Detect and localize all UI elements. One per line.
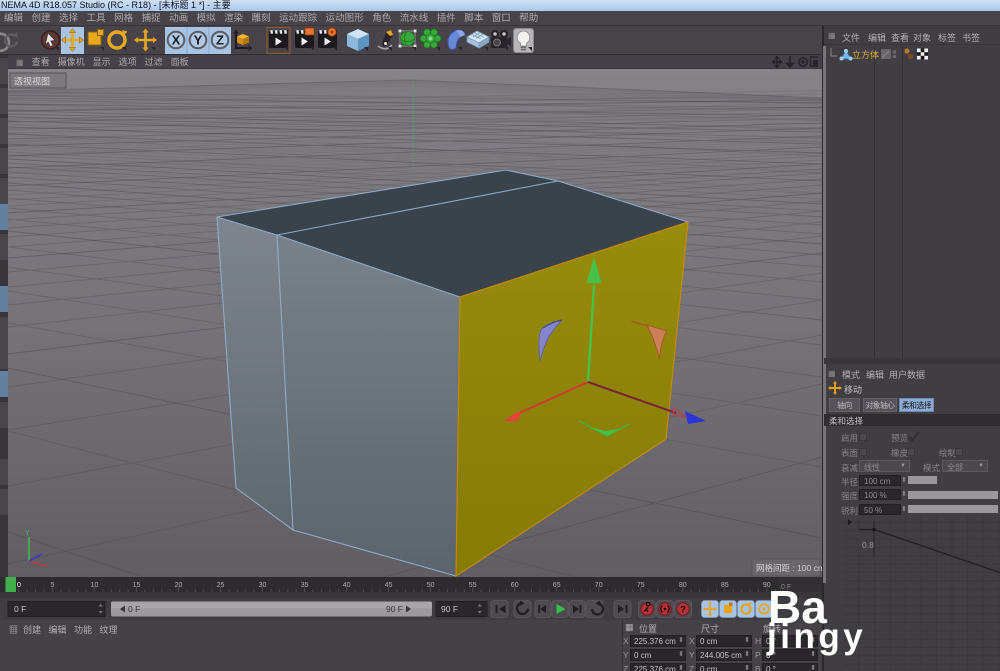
svg-text:透视视图: 透视视图 <box>14 76 50 87</box>
svg-text:25: 25 <box>217 582 225 589</box>
svg-text:X: X <box>172 33 181 48</box>
svg-text:0.8: 0.8 <box>862 540 874 550</box>
svg-text:15: 15 <box>133 582 141 589</box>
svg-text:Z: Z <box>216 33 224 48</box>
svg-text:0 F: 0 F <box>14 604 26 614</box>
svg-text:60: 60 <box>511 582 519 589</box>
svg-text:网格间距 : 100 cm: 网格间距 : 100 cm <box>756 563 822 573</box>
svg-text:50: 50 <box>427 582 435 589</box>
svg-text:5: 5 <box>50 582 54 589</box>
svg-text:70: 70 <box>595 582 603 589</box>
svg-text:55: 55 <box>469 582 477 589</box>
svg-text:40: 40 <box>343 582 351 589</box>
svg-text:85: 85 <box>721 582 729 589</box>
svg-text:Y: Y <box>194 33 203 48</box>
svg-text:35: 35 <box>301 582 309 589</box>
svg-text:20: 20 <box>175 582 183 589</box>
svg-text:90 F: 90 F <box>386 604 403 614</box>
svg-text:65: 65 <box>553 582 561 589</box>
svg-text:0: 0 <box>17 582 21 589</box>
svg-text:30: 30 <box>259 582 267 589</box>
svg-text:90 F: 90 F <box>441 604 458 614</box>
svg-text:10: 10 <box>91 582 99 589</box>
svg-text:Y: Y <box>25 530 30 537</box>
svg-text:80: 80 <box>679 582 687 589</box>
svg-text:45: 45 <box>385 582 393 589</box>
svg-text:立方体: 立方体 <box>852 49 879 60</box>
svg-text:75: 75 <box>637 582 645 589</box>
svg-text:?: ? <box>680 605 686 616</box>
svg-text:0 F: 0 F <box>128 604 140 614</box>
